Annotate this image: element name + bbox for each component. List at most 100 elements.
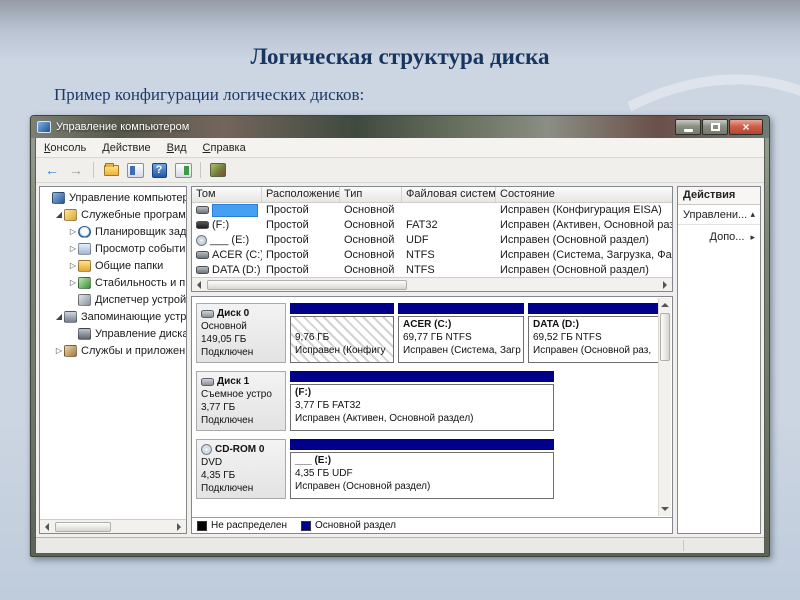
cell-type: Основной <box>344 263 395 276</box>
cell-type: Основной <box>344 219 395 232</box>
volume-row-d[interactable]: DATA (D:) Простой Основной NTFS Исправен… <box>192 262 672 277</box>
collapse-icon[interactable]: ▴ <box>750 209 755 220</box>
partition-e[interactable]: ___ (E:) 4,35 ГБ UDF Исправен (Основной … <box>290 439 554 499</box>
partition-status: Исправен (Основной раз, <box>533 345 652 356</box>
export-list-button[interactable] <box>101 161 121 180</box>
partition-size: 9,76 ГБ <box>295 332 330 343</box>
scrollbar-thumb[interactable] <box>55 521 111 532</box>
cell-location: Простой <box>266 219 309 232</box>
cdrom-0-label[interactable]: CD-ROM 0 DVD 4,35 ГБ Подключен <box>196 439 286 499</box>
menu-deystvie[interactable]: Действие <box>102 142 150 154</box>
partition-eisa[interactable]: 9,76 ГБ Исправен (Конфигу <box>290 303 394 363</box>
column-header-volume[interactable]: Том <box>192 187 262 202</box>
partition-size: 69,77 ГБ NTFS <box>403 332 472 343</box>
cell-location: Простой <box>266 248 309 261</box>
tree-item-disk-management[interactable]: Управление диска <box>40 325 186 342</box>
volume-list-header: Том Расположение Тип Файловая система Со… <box>192 187 672 203</box>
scroll-left-icon[interactable] <box>41 521 53 533</box>
maximize-button[interactable] <box>702 119 728 135</box>
list-horizontal-scrollbar <box>192 277 672 292</box>
forward-button[interactable]: → <box>66 161 86 180</box>
status-bar-divider <box>683 540 684 551</box>
tree-item-reliability[interactable]: ▷ Стабильность и пр <box>40 274 186 291</box>
slide-title: Логическая структура диска <box>250 44 550 69</box>
volume-row-e[interactable]: ___ (E:) Простой Основной UDF Исправен (… <box>192 233 672 248</box>
snapin-icon <box>210 163 226 177</box>
action-label: Допо... <box>709 231 745 243</box>
tree-item-label: Общие папки <box>95 259 164 272</box>
partition-box: (F:) 3,77 ГБ FAT32 Исправен (Активен, Ос… <box>290 384 554 431</box>
volume-icon <box>196 250 209 259</box>
tree-item-system-tools[interactable]: ◢ Служебные программ <box>40 206 186 223</box>
scroll-left-icon[interactable] <box>193 279 205 291</box>
close-button[interactable]: × <box>729 119 763 135</box>
column-header-type[interactable]: Тип <box>340 187 402 202</box>
expander-icon[interactable]: ▷ <box>68 244 78 253</box>
menu-spravka[interactable]: Справка <box>203 142 246 154</box>
partition-status: Исправен (Конфигу <box>295 345 386 356</box>
action-more-actions[interactable]: Допо... ▸ <box>678 227 760 247</box>
minimize-button[interactable] <box>675 119 701 135</box>
cell-volume: ACER (C:) <box>212 248 262 261</box>
cell-status: Исправен (Основной раздел) <box>500 234 649 246</box>
cdrom-icon <box>201 444 212 455</box>
expander-icon[interactable]: ▷ <box>54 346 64 355</box>
cell-type: Основной <box>344 204 395 217</box>
task-scheduler-icon <box>78 225 91 238</box>
menu-vid[interactable]: Вид <box>167 142 187 154</box>
folder-icon <box>103 162 119 176</box>
menu-konsol[interactable]: Консоль <box>44 142 86 154</box>
scroll-right-icon[interactable] <box>659 279 671 291</box>
scroll-up-icon[interactable] <box>659 299 671 311</box>
disk-0-label[interactable]: Диск 0 Основной 149,05 ГБ Подключен <box>196 303 286 363</box>
tree-item-task-scheduler[interactable]: ▷ Планировщик зад <box>40 223 186 240</box>
tree-item-storage[interactable]: ◢ Запоминающие устр <box>40 308 186 325</box>
back-button[interactable]: ← <box>42 161 62 180</box>
partition-title: (F:) <box>295 387 312 398</box>
graphical-view: Диск 0 Основной 149,05 ГБ Подключен 9,76… <box>191 296 673 534</box>
submenu-arrow-icon: ▸ <box>750 231 755 242</box>
partition-size: 3,77 ГБ FAT32 <box>295 400 361 411</box>
tree-item-event-viewer[interactable]: ▷ Просмотр событи <box>40 240 186 257</box>
help-button[interactable]: ? <box>149 161 169 180</box>
partition-c[interactable]: ACER (C:) 69,77 ГБ NTFS Исправен (Систем… <box>398 303 524 363</box>
cell-type: Основной <box>344 234 395 246</box>
scrollbar-thumb[interactable] <box>207 279 407 290</box>
expander-icon[interactable]: ▷ <box>68 227 78 236</box>
partition-f[interactable]: (F:) 3,77 ГБ FAT32 Исправен (Активен, Ос… <box>290 371 554 431</box>
removable-drive-icon <box>201 377 214 386</box>
action-pane-button[interactable] <box>173 161 193 180</box>
expander-icon[interactable]: ▷ <box>68 278 78 287</box>
console-tree: Управление компьютеро ◢ Служебные програ… <box>40 187 186 519</box>
tree-item-label: Диспетчер устрой <box>95 293 186 306</box>
tools-icon <box>64 208 77 221</box>
expander-icon[interactable]: ◢ <box>54 210 64 219</box>
disk-0-row: Диск 0 Основной 149,05 ГБ Подключен 9,76… <box>196 303 666 363</box>
column-header-location[interactable]: Расположение <box>262 187 340 202</box>
partition-d[interactable]: DATA (D:) 69,52 ГБ NTFS Исправен (Основн… <box>528 303 666 363</box>
scrollbar-thumb[interactable] <box>660 313 670 361</box>
column-header-status[interactable]: Состояние <box>496 187 672 202</box>
cell-location: Простой <box>266 234 309 246</box>
partition-status: Исправен (Активен, Основной раздел) <box>295 413 474 424</box>
legend-color-swatch <box>197 520 207 531</box>
volume-row-f[interactable]: (F:) Простой Основной FAT32 Исправен (Ак… <box>192 218 672 233</box>
snapin-button[interactable] <box>208 161 228 180</box>
expander-icon[interactable]: ▷ <box>68 261 78 270</box>
partition-type-bar <box>290 303 394 314</box>
tree-item-shared-folders[interactable]: ▷ Общие папки <box>40 257 186 274</box>
column-header-filesystem[interactable]: Файловая система <box>402 187 496 202</box>
scroll-right-icon[interactable] <box>173 521 185 533</box>
tree-item-computer-management[interactable]: Управление компьютеро <box>40 189 186 206</box>
scroll-down-icon[interactable] <box>659 503 671 515</box>
tree-item-services[interactable]: ▷ Службы и приложени <box>40 342 186 359</box>
expander-icon[interactable]: ◢ <box>54 312 64 321</box>
console-tree-button[interactable] <box>125 161 145 180</box>
performance-icon <box>78 276 91 289</box>
window-titlebar[interactable]: Управление компьютером × <box>31 116 769 138</box>
action-disk-management[interactable]: Управлени... ▴ <box>678 205 760 225</box>
tree-item-device-manager[interactable]: Диспетчер устрой <box>40 291 186 308</box>
disk-1-label[interactable]: Диск 1 Съемное устро 3,77 ГБ Подключен <box>196 371 286 431</box>
volume-row-eisa[interactable]: Простой Основной Исправен (Конфигурация … <box>192 203 672 218</box>
volume-row-c[interactable]: ACER (C:) Простой Основной NTFS Исправен… <box>192 247 672 262</box>
